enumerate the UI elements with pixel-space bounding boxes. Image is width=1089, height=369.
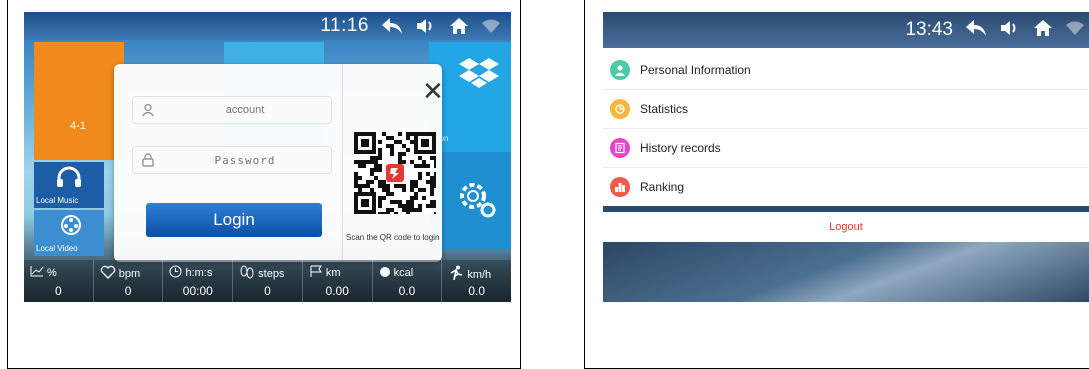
flag-icon <box>309 265 323 281</box>
home-icon[interactable] <box>1033 19 1053 42</box>
qr-caption: Scan the QR code to login <box>346 233 440 242</box>
menu-item-label: Personal Information <box>640 63 751 77</box>
metric-unit: km/h <box>467 268 492 281</box>
metric-value: 0.0 <box>468 284 486 298</box>
metric-unit: h:m:s <box>185 267 213 279</box>
login-button[interactable]: Login <box>146 203 322 237</box>
login-screen: 11:16 4-1 ation Local Music <box>24 12 511 302</box>
menu-separator-bar <box>603 206 1089 212</box>
dropbox-icon <box>459 56 499 95</box>
volume-icon[interactable] <box>415 17 437 35</box>
user-icon <box>133 103 163 117</box>
wifi-icon <box>481 18 501 34</box>
account-input[interactable] <box>163 103 327 117</box>
menu-item-label: Ranking <box>640 180 685 194</box>
menu-item-ranking[interactable]: Ranking <box>603 168 1089 207</box>
menu-item-history-records[interactable]: History records <box>603 129 1089 168</box>
volume-icon[interactable] <box>999 19 1021 42</box>
qr-code <box>354 132 438 216</box>
heart-icon <box>100 265 116 282</box>
metric-unit: bpm <box>118 267 141 280</box>
metric-time: h:m:s 00:00 <box>163 260 234 302</box>
close-icon[interactable]: ✕ <box>422 78 444 104</box>
back-icon[interactable] <box>381 17 403 35</box>
status-time: 13:43 <box>905 19 953 40</box>
film-reel-icon <box>60 214 82 239</box>
local-video-tile[interactable]: Local Video <box>34 210 104 256</box>
dialog-divider <box>342 64 343 262</box>
metric-unit: % <box>47 266 57 279</box>
metric-unit: km <box>325 267 341 279</box>
runner-icon <box>448 265 464 284</box>
workout-tile-label: 4-1 <box>70 120 86 132</box>
logout-button[interactable]: Logout <box>603 214 1089 240</box>
login-dialog: Login ✕ Scan the QR code to login <box>114 64 444 262</box>
metrics-bar: % 0 bpm 0 h:m:s 00:00 steps 0 km 0.00 kc… <box>24 260 511 302</box>
account-field[interactable] <box>132 96 332 124</box>
menu-item-statistics[interactable]: Statistics <box>603 90 1089 129</box>
metric-heart-rate: bpm 0 <box>94 260 164 302</box>
metric-value: 0 <box>124 284 132 298</box>
user-menu-screen: 13:43 Personal Information Statistics Hi… <box>603 12 1089 302</box>
status-time: 11:16 <box>320 15 369 36</box>
background-image <box>603 242 1089 302</box>
history-icon <box>610 138 630 158</box>
menu-item-label: History records <box>640 141 721 155</box>
local-music-tile[interactable]: Local Music <box>34 162 104 208</box>
metric-incline: % 0 <box>24 260 94 302</box>
statistics-icon <box>610 99 630 119</box>
headphones-icon <box>56 166 82 191</box>
metric-value: 00:00 <box>182 284 213 298</box>
metric-value: 0.00 <box>325 284 349 298</box>
menu-item-label: Statistics <box>640 102 689 116</box>
password-input[interactable] <box>163 152 327 168</box>
menu-item-personal-information[interactable]: Personal Information <box>603 51 1089 90</box>
metric-value: 0 <box>264 284 271 298</box>
user-menu: Personal Information Statistics History … <box>603 51 1089 207</box>
lock-icon <box>133 153 163 167</box>
home-icon[interactable] <box>449 17 469 35</box>
metric-steps: steps 0 <box>233 260 303 302</box>
local-music-label: Local Music <box>36 196 79 205</box>
metric-value: 0.0 <box>398 284 416 298</box>
footprints-icon <box>239 265 255 282</box>
status-bar: 13:43 <box>603 12 1089 48</box>
clock-icon <box>169 265 182 281</box>
back-icon[interactable] <box>965 19 987 42</box>
local-video-label: Local Video <box>36 244 78 253</box>
gear-icon <box>457 180 497 223</box>
ranking-icon <box>610 177 630 197</box>
metric-value: 0 <box>55 284 62 298</box>
person-icon <box>610 60 630 80</box>
flame-icon <box>379 265 391 281</box>
metric-speed: km/h 0.0 <box>442 260 511 302</box>
status-bar: 11:16 <box>24 12 511 40</box>
password-field[interactable] <box>132 146 332 174</box>
wifi-icon <box>1065 20 1085 41</box>
metric-unit: steps <box>258 267 285 280</box>
metric-unit: kcal <box>393 267 414 279</box>
chart-icon <box>30 265 44 280</box>
workout-tile[interactable]: 4-1 <box>34 42 124 160</box>
metric-calories: kcal 0.0 <box>373 260 443 302</box>
metric-distance: km 0.00 <box>303 260 373 302</box>
